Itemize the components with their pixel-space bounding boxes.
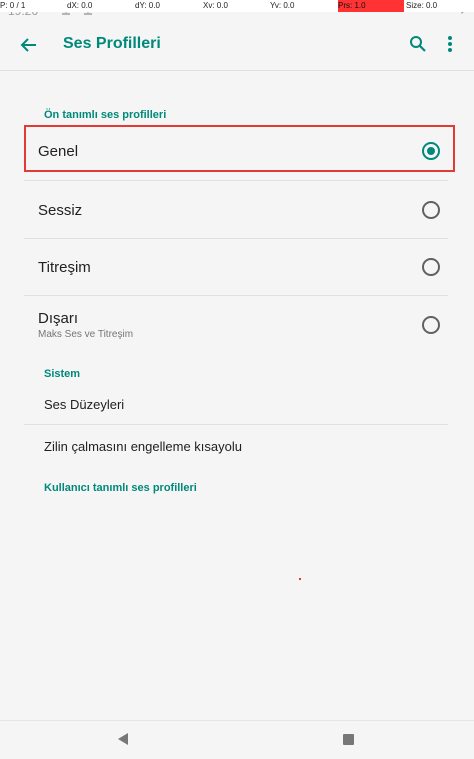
ring-shortcut-item[interactable]: Zilin çalmasını engelleme kısayolu [44, 439, 242, 454]
profile-item-titresim[interactable]: Titreşim [24, 240, 448, 295]
app-bar: Ses Profilleri [0, 20, 474, 71]
back-button[interactable] [14, 30, 44, 60]
section-header-predefined: Ön tanımlı ses profilleri [44, 109, 167, 121]
navigation-bar [0, 720, 474, 759]
debug-pressure: Prs: 1.0 [338, 0, 404, 12]
profile-label: Sessiz [38, 202, 83, 219]
nav-recents-icon[interactable] [343, 734, 354, 745]
selection-highlight-box [24, 125, 455, 172]
more-vert-icon [448, 36, 452, 52]
touch-point-marker [299, 578, 301, 580]
profile-label: Titreşim [38, 259, 91, 276]
search-button[interactable] [404, 30, 432, 58]
radio-unselected-icon[interactable] [422, 316, 440, 334]
search-icon [410, 36, 426, 52]
section-header-system: Sistem [44, 368, 81, 380]
debug-xv: Xv: 0.0 [203, 1, 228, 10]
radio-unselected-icon[interactable] [422, 258, 440, 276]
page-title: Ses Profilleri [63, 35, 161, 52]
more-options-button[interactable] [440, 30, 460, 58]
profile-item-disari[interactable]: Dışarı Maks Ses ve Titreşim [24, 298, 448, 353]
debug-dy: dY: 0.0 [135, 1, 160, 10]
divider [24, 295, 448, 296]
profile-sublabel: Maks Ses ve Titreşim [38, 329, 134, 340]
profile-label: Dışarı [38, 310, 79, 327]
divider [24, 180, 448, 181]
pointer-debug-bar: P: 0 / 1 dX: 0.0 dY: 0.0 Xv: 0.0 Yv: 0.0… [0, 0, 474, 12]
arrow-back-icon [20, 38, 36, 52]
section-header-user-defined: Kullanıcı tanımlı ses profilleri [44, 482, 197, 494]
volume-levels-item[interactable]: Ses Düzeyleri [44, 397, 124, 412]
profile-item-sessiz[interactable]: Sessiz [24, 183, 448, 238]
nav-back-icon[interactable] [118, 733, 128, 745]
divider [24, 424, 448, 425]
debug-yv: Yv: 0.0 [270, 1, 295, 10]
debug-pointer-count: P: 0 / 1 [0, 1, 26, 10]
debug-dx: dX: 0.0 [67, 1, 93, 10]
radio-unselected-icon[interactable] [422, 201, 440, 219]
divider [24, 238, 448, 239]
debug-size: Size: 0.0 [406, 1, 438, 10]
